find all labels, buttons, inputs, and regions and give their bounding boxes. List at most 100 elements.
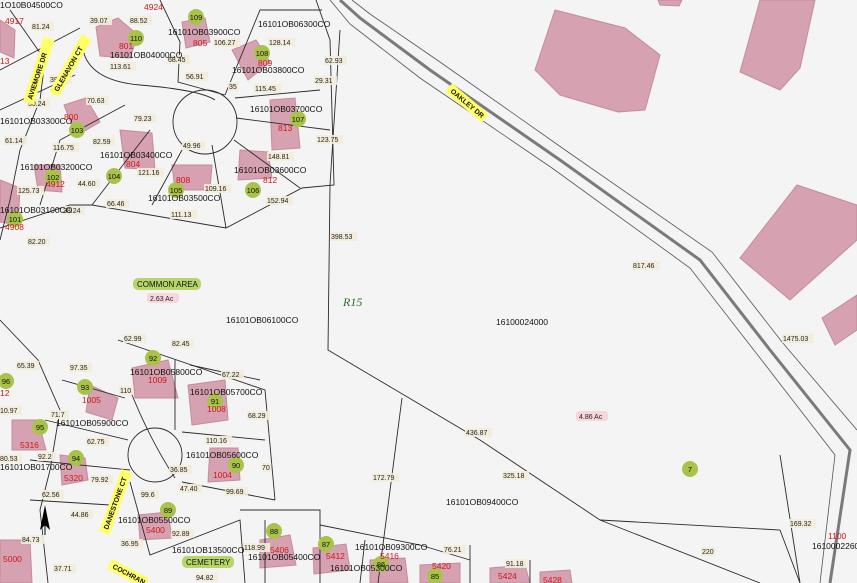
dimension-label: 82.20 bbox=[28, 239, 46, 246]
dimension-label: 39.07 bbox=[90, 18, 108, 25]
dimension-label: 128.14 bbox=[269, 40, 291, 47]
lot-number: 103 bbox=[71, 126, 84, 135]
parcel-id-label: 16101OB05900CO bbox=[56, 418, 129, 428]
lot-number: 87 bbox=[322, 540, 330, 549]
buildings bbox=[0, 0, 857, 583]
address-label: 1100 bbox=[828, 531, 847, 541]
address-label: 1005 bbox=[82, 395, 101, 405]
parcel-id-label: 16101OB03700CO bbox=[250, 104, 323, 114]
parcel-id-label: 16101OB03200CO bbox=[20, 162, 93, 172]
address-label: 4908 bbox=[5, 222, 24, 232]
parcel-id-label: 1O10B04500CO bbox=[0, 0, 63, 10]
dimension-label: 436.87 bbox=[466, 430, 488, 437]
dimension-label: 817.46 bbox=[633, 263, 655, 270]
dimension-label: 44.60 bbox=[78, 181, 96, 188]
parcel-id-label: 16101OB09400CO bbox=[446, 497, 519, 507]
address-label: 800 bbox=[64, 112, 78, 122]
address-label: 805 bbox=[193, 38, 207, 48]
dimension-label: 110.16 bbox=[206, 438, 227, 445]
address-labels: 4924 4917 801 805 809 813 800 804 808 812 4912 4908… bbox=[0, 2, 847, 583]
dimension-label: 99.6 bbox=[141, 492, 155, 499]
lot-number: 109 bbox=[190, 13, 203, 22]
dimension-label: 325.18 bbox=[503, 473, 525, 480]
lot-number: 93 bbox=[81, 383, 89, 392]
dimension-label: 118.99 bbox=[244, 545, 265, 552]
parcel-id-label: 16101OB01700CO bbox=[0, 462, 73, 472]
lot-number: 94 bbox=[72, 454, 80, 463]
dimension-label: 61.14 bbox=[5, 138, 23, 145]
dimension-label: 37.71 bbox=[54, 566, 72, 573]
dimension-label: 123.75 bbox=[317, 137, 339, 144]
dimension-label: 84.73 bbox=[22, 537, 40, 544]
dimension-label: 47.40 bbox=[180, 486, 198, 493]
address-label: 801 bbox=[119, 41, 133, 51]
dimension-label: 29.31 bbox=[315, 78, 333, 85]
dimension-label: 94.82 bbox=[196, 575, 214, 582]
parcel-id-label: 16101OB06100CO bbox=[226, 315, 299, 325]
building bbox=[739, 184, 857, 301]
parcel-id-label: 16101OB04000CO bbox=[110, 50, 183, 60]
lot-number: 108 bbox=[256, 49, 269, 58]
dimension-label: 88.52 bbox=[130, 18, 148, 25]
parcel-id-label: 16101OB13500CO bbox=[172, 545, 245, 555]
dimension-label: 49.96 bbox=[183, 143, 201, 150]
dimension-label: 398.53 bbox=[331, 234, 353, 241]
address-label: 5416 bbox=[380, 551, 399, 561]
dimension-label: 106.27 bbox=[214, 40, 236, 47]
dimension-label: 97.35 bbox=[70, 365, 88, 372]
dimension-label: 62.99 bbox=[124, 336, 142, 343]
lot-number: 95 bbox=[36, 423, 44, 432]
dimension-label: 92.2 bbox=[38, 454, 52, 461]
dimension-label: 66.46 bbox=[107, 201, 125, 208]
dimension-label: 121.16 bbox=[138, 170, 160, 177]
dimension-label: 10.97 bbox=[0, 408, 18, 415]
lot-number: 96 bbox=[2, 377, 10, 386]
parcel-id-label: 16101OB05700CO bbox=[190, 387, 263, 397]
address-label: 4917 bbox=[5, 16, 24, 26]
address-label: 1004 bbox=[213, 470, 232, 480]
parcel-id-label: 16100024000 bbox=[496, 317, 548, 327]
parcel-id-label: 16101OB03600CO bbox=[234, 165, 307, 175]
zoning-label: R15 bbox=[342, 295, 362, 309]
address-label: 4912 bbox=[46, 179, 65, 189]
dimension-label: 65.39 bbox=[17, 363, 35, 370]
dimension-label: 111.13 bbox=[171, 212, 191, 219]
dimension-label: 82.45 bbox=[172, 341, 190, 348]
dimension-label: 109.16 bbox=[205, 186, 227, 193]
building bbox=[821, 294, 857, 346]
lot-number: 7 bbox=[688, 465, 692, 474]
dimension-label: 56.91 bbox=[186, 74, 204, 81]
dimension-label: 62.93 bbox=[325, 58, 343, 65]
cemetery-label: CEMETERY bbox=[186, 558, 231, 567]
dimension-label: 169.32 bbox=[790, 521, 812, 528]
dimension-label: 68.29 bbox=[248, 413, 266, 420]
address-label: 5424 bbox=[498, 571, 517, 581]
address-label: 13 bbox=[0, 56, 10, 66]
address-label: 5400 bbox=[146, 525, 165, 535]
dimension-label: 67.22 bbox=[222, 372, 240, 379]
dimension-label: 113.61 bbox=[110, 64, 131, 71]
common-area-label: COMMON AREA bbox=[137, 280, 199, 289]
dimension-label: 62.56 bbox=[42, 492, 60, 499]
address-label: 808 bbox=[176, 175, 190, 185]
dimension-label: 70.63 bbox=[87, 98, 105, 105]
address-label: 812 bbox=[263, 175, 277, 185]
lot-number: 92 bbox=[149, 354, 157, 363]
dimension-label: 70 bbox=[262, 465, 270, 472]
dimension-label: 125.73 bbox=[18, 188, 40, 195]
dimension-label: 79.23 bbox=[134, 116, 152, 123]
dimension-label: 148.81 bbox=[268, 154, 290, 161]
address-label: 5000 bbox=[3, 554, 22, 564]
address-label: 809 bbox=[258, 58, 272, 68]
parcel-id-label: 1610002260 bbox=[812, 541, 857, 551]
parcel-map[interactable]: 109110108107103104105 1061021019293919594… bbox=[0, 0, 857, 583]
dimension-label: 172.79 bbox=[373, 475, 395, 482]
lot-number: 89 bbox=[164, 506, 172, 515]
dimension-label: 110 bbox=[120, 388, 131, 395]
address-label: 5420 bbox=[432, 561, 451, 571]
parcel-id-label: 16101OB05300CO bbox=[330, 563, 403, 573]
lot-number: 106 bbox=[247, 186, 260, 195]
dimension-label: 44.86 bbox=[71, 512, 89, 519]
dimension-label: 152.94 bbox=[267, 198, 289, 205]
address-label: 1009 bbox=[148, 375, 167, 385]
